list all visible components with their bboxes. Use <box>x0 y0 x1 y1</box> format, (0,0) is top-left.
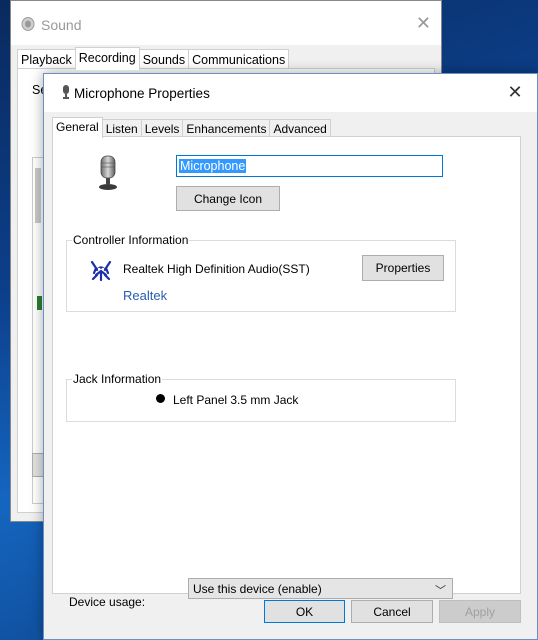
close-icon[interactable]: ✕ <box>503 82 527 103</box>
sound-tab-playback[interactable]: Playback <box>17 49 76 70</box>
apply-button[interactable]: Apply <box>439 600 521 623</box>
device-usage-select[interactable]: Use this device (enable) ﹀ <box>188 578 453 599</box>
controller-information-group: Controller Information Realtek High Defi… <box>66 233 456 312</box>
microphone-device-icon <box>99 155 117 190</box>
sound-tabs: Playback Recording Sounds Communications <box>17 47 290 70</box>
jack-description: Left Panel 3.5 mm Jack <box>173 393 299 407</box>
controller-name: Realtek High Definition Audio(SST) <box>123 262 310 276</box>
jack-group-label: Jack Information <box>72 372 163 386</box>
speaker-icon <box>21 17 35 31</box>
cancel-button[interactable]: Cancel <box>351 600 433 623</box>
general-tab-panel: Microphone Change Icon Controller Inform… <box>52 136 521 609</box>
chevron-down-icon: ﹀ <box>435 585 446 597</box>
sound-titlebar: Sound ✕ <box>11 1 441 45</box>
dialog-title: Microphone Properties <box>74 86 210 101</box>
microphone-properties-dialog: Microphone Properties ✕ General Listen L… <box>43 73 538 640</box>
dialog-tabs: General Listen Levels Enhancements Advan… <box>52 117 331 138</box>
device-usage-selected: Use this device (enable) <box>193 581 322 596</box>
jack-information-group: Jack Information Left Panel 3.5 mm Jack <box>66 372 456 422</box>
device-name-value: Microphone <box>179 159 247 173</box>
sound-window-title: Sound <box>41 17 82 33</box>
sound-tab-recording[interactable]: Recording <box>74 47 140 70</box>
dialog-titlebar: Microphone Properties ✕ <box>44 74 537 112</box>
controller-group-label: Controller Information <box>72 233 190 247</box>
device-level-indicator <box>37 296 42 310</box>
device-name-input[interactable]: Microphone <box>176 155 443 177</box>
device-usage-label: Device usage: <box>69 595 146 609</box>
ok-button[interactable]: OK <box>264 600 345 623</box>
tab-general[interactable]: General <box>52 117 103 138</box>
sound-tab-communications[interactable]: Communications <box>188 49 290 70</box>
sound-tab-sounds[interactable]: Sounds <box>138 49 190 70</box>
list-scroll-strip <box>35 168 41 223</box>
change-icon-button[interactable]: Change Icon <box>176 186 280 211</box>
realtek-crab-icon <box>90 260 112 282</box>
jack-color-dot <box>156 394 165 403</box>
sound-close-icon[interactable]: ✕ <box>416 13 431 34</box>
controller-vendor-link[interactable]: Realtek <box>123 288 167 303</box>
controller-properties-button[interactable]: Properties <box>362 255 444 281</box>
microphone-icon <box>63 85 69 99</box>
